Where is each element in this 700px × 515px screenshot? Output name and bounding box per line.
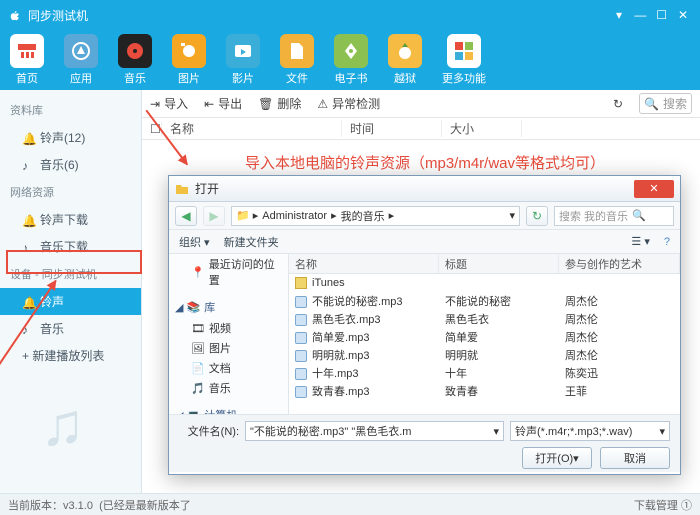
open-file-dialog: 打开 ✕ ◀ ▶ 📁 ▸ Administrator ▸ 我的音乐 ▸ ▾ ↻ … [168, 175, 681, 475]
dialog-sidebar: 📍 最近访问的位置 ◢ 📚 库 🎞 视频 🖼 图片 📄 文档 🎵 音乐 ◢ 💻 … [169, 254, 289, 414]
col-name[interactable]: 名称 [289, 254, 439, 273]
file-row[interactable]: 十年.mp3十年陈奕迅 [289, 364, 680, 382]
sidebar-section-library: 资料库 [0, 96, 141, 124]
lib-docs[interactable]: 📄 文档 [169, 358, 288, 378]
help-button[interactable]: ? [664, 236, 670, 248]
nav-back-button[interactable]: ◀ [175, 206, 197, 226]
time-col[interactable]: 时间 [342, 120, 442, 137]
export-button[interactable]: ⇤导出 [204, 95, 242, 112]
toolbar-home[interactable]: 首页 [10, 34, 44, 86]
file-row[interactable]: 黑色毛衣.mp3黑色毛衣周杰伦 [289, 310, 680, 328]
dialog-title: 打开 [195, 180, 219, 197]
sidebar-item-ringtones-dev[interactable]: 🔔铃声 [0, 288, 141, 315]
trash-icon: 🗑 [258, 97, 273, 111]
file-row[interactable]: iTunes [289, 274, 680, 292]
column-header: ☐ 名称 时间 大小 [142, 118, 700, 140]
dropdown-icon[interactable]: ▾ [610, 8, 628, 22]
filetype-filter[interactable]: 铃声(*.m4r;*.mp3;*.wav)▾ [510, 421, 670, 441]
toolbar-video[interactable]: 影片 [226, 34, 260, 86]
toolbar-files[interactable]: 文件 [280, 34, 314, 86]
window-title: 同步测试机 [28, 7, 88, 24]
dialog-tools: 组织 ▾ 新建文件夹 ☰ ▾ ? [169, 230, 680, 254]
lib-pics[interactable]: 🖼 图片 [169, 338, 288, 358]
libraries-group[interactable]: ◢ 📚 库 [169, 296, 288, 318]
organize-button[interactable]: 组织 ▾ [179, 234, 210, 250]
apple-icon [8, 8, 22, 22]
file-row[interactable]: 明明就.mp3明明就周杰伦 [289, 346, 680, 364]
nav-refresh-button[interactable]: ↻ [526, 206, 548, 226]
toolbar-apps[interactable]: 应用 [64, 34, 98, 86]
sidebar-item-new-playlist[interactable]: + 新建播放列表 [0, 342, 141, 369]
col-artist[interactable]: 参与创作的艺术 [559, 254, 680, 273]
lib-music[interactable]: 🎵 音乐 [169, 378, 288, 398]
sidebar-item-ringtone-dl[interactable]: 🔔铃声下载 [0, 206, 141, 233]
dialog-close-button[interactable]: ✕ [634, 180, 674, 198]
file-columns: 名称 标题 参与创作的艺术 [289, 254, 680, 274]
import-icon: ⇥ [150, 97, 160, 111]
toolbar-music[interactable]: 音乐 [118, 34, 152, 86]
folder-icon [175, 182, 189, 196]
download-manager-link[interactable]: 下载管理 ① [634, 497, 692, 513]
export-icon: ⇤ [204, 97, 214, 111]
refresh-button[interactable]: ↻ [613, 97, 623, 111]
annotation-highlight-box [6, 250, 142, 274]
anomaly-button[interactable]: ⚠异常检测 [317, 95, 380, 112]
toolbar-more[interactable]: 更多功能 [442, 34, 486, 86]
music-note-watermark: ♫ [40, 390, 85, 459]
delete-button[interactable]: 🗑删除 [258, 95, 301, 112]
computer-group[interactable]: ◢ 💻 计算机 [169, 404, 288, 414]
name-col[interactable]: 名称 [162, 120, 342, 137]
window-titlebar: 同步测试机 ▾ — ☐ ✕ [0, 0, 700, 30]
dialog-footer: 文件名(N): "不能说的秘密.mp3" "黑色毛衣.m▾ 铃声(*.m4r;*… [169, 414, 680, 472]
sidebar-item-ringtones-lib[interactable]: 🔔铃声(12) [0, 124, 141, 151]
dialog-nav: ◀ ▶ 📁 ▸ Administrator ▸ 我的音乐 ▸ ▾ ↻ 搜索 我的… [169, 202, 680, 230]
filename-label: 文件名(N): [179, 423, 239, 439]
filename-input[interactable]: "不能说的秘密.mp3" "黑色毛衣.m▾ [245, 421, 504, 441]
file-row[interactable]: 简单爱.mp3简单爱周杰伦 [289, 328, 680, 346]
dialog-search-input[interactable]: 搜索 我的音乐🔍 [554, 206, 674, 226]
minimize-button[interactable]: — [631, 8, 649, 22]
close-button[interactable]: ✕ [674, 8, 692, 22]
view-button[interactable]: ☰ ▾ [631, 235, 649, 248]
size-col[interactable]: 大小 [442, 120, 522, 137]
open-button[interactable]: 打开(O) ▾ [522, 447, 592, 469]
sidebar-section-online: 网络资源 [0, 178, 141, 206]
version-note: (已经是最新版本了 [99, 497, 191, 513]
import-button[interactable]: ⇥导入 [150, 95, 188, 112]
toolbar-photos[interactable]: 图片 [172, 34, 206, 86]
search-icon: 🔍 [644, 97, 659, 111]
search-input[interactable]: 🔍搜索 [639, 93, 692, 114]
toolbar-ebooks[interactable]: 电子书 [334, 34, 368, 86]
new-folder-button[interactable]: 新建文件夹 [224, 234, 279, 250]
chevron-down-icon[interactable]: ▾ [509, 209, 515, 222]
cancel-button[interactable]: 取消 [600, 447, 670, 469]
lib-video[interactable]: 🎞 视频 [169, 318, 288, 338]
file-row[interactable]: 不能说的秘密.mp3不能说的秘密周杰伦 [289, 292, 680, 310]
nav-fwd-button[interactable]: ▶ [203, 206, 225, 226]
recent-places[interactable]: 📍 最近访问的位置 [169, 254, 288, 290]
sidebar-item-music-lib[interactable]: ♪音乐(6) [0, 151, 141, 178]
maximize-button[interactable]: ☐ [653, 8, 671, 22]
main-toolbar: 首页 应用 音乐 图片 影片 文件 电子书 越狱 更多功能 [0, 30, 700, 90]
status-bar: 当前版本：v3.1.0 (已经是最新版本了 下载管理 ① [0, 493, 700, 515]
breadcrumb[interactable]: 📁 ▸ Administrator ▸ 我的音乐 ▸ ▾ [231, 206, 520, 226]
col-title[interactable]: 标题 [439, 254, 559, 273]
file-row[interactable]: 致青春.mp3致青春王菲 [289, 382, 680, 400]
dialog-titlebar: 打开 ✕ [169, 176, 680, 202]
window-controls: ▾ — ☐ ✕ [610, 8, 692, 22]
action-bar: ⇥导入 ⇤导出 🗑删除 ⚠异常检测 ↻ 🔍搜索 [142, 90, 700, 118]
toolbar-jailbreak[interactable]: 越狱 [388, 34, 422, 86]
search-icon: 🔍 [632, 209, 646, 222]
file-list: 名称 标题 参与创作的艺术 iTunes 不能说的秘密.mp3不能说的秘密周杰伦… [289, 254, 680, 414]
annotation-text: 导入本地电脑的铃声资源（mp3/m4r/wav等格式均可） [245, 152, 605, 173]
version-text: 当前版本：v3.1.0 [8, 497, 93, 513]
warning-icon: ⚠ [317, 97, 328, 111]
